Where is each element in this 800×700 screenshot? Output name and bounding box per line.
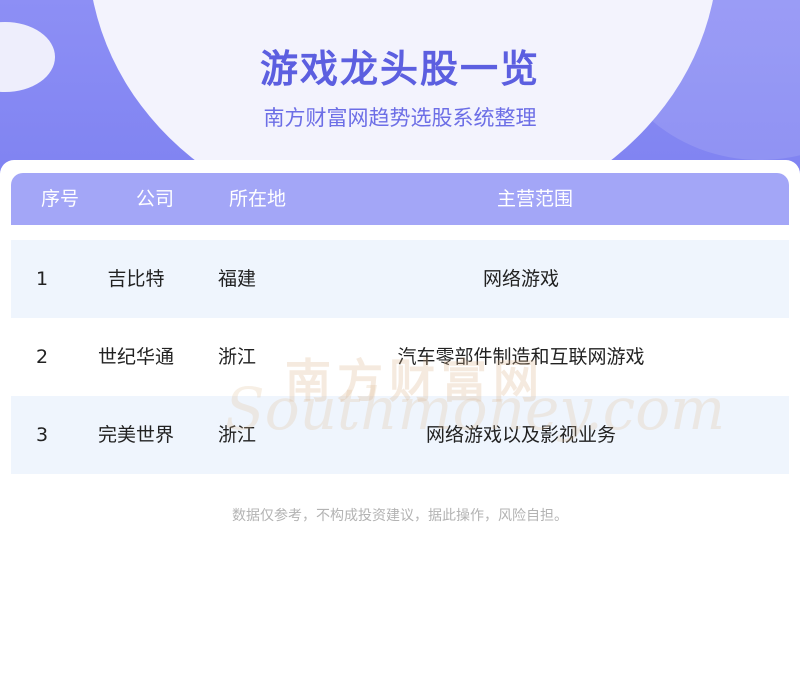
row-business: 网络游戏以及影视业务: [425, 424, 616, 446]
table-card: 序号 公司 所在地 主营范围 1 吉比特 福建 网络游戏 2 世纪华通 浙江 汽…: [0, 160, 800, 700]
row-location: 浙江: [218, 346, 257, 368]
row-business: 网络游戏: [482, 268, 559, 290]
page-subtitle: 南方财富网趋势选股系统整理: [263, 106, 537, 130]
row-location: 福建: [218, 268, 257, 290]
disclaimer-text: 数据仅参考，不构成投资建议，据此操作，风险自担。: [232, 508, 568, 524]
column-header-number: 序号: [41, 188, 80, 210]
column-header-company: 公司: [136, 188, 175, 210]
table-header: 序号 公司 所在地 主营范围: [11, 173, 789, 225]
row-number: 2: [36, 346, 49, 368]
column-header-business: 主营范围: [497, 188, 574, 210]
row-number: 3: [36, 424, 49, 446]
column-header-location: 所在地: [229, 188, 287, 210]
page-title: 游戏龙头股一览: [259, 47, 540, 91]
table-row: 2 世纪华通 浙江 汽车零部件制造和互联网游戏: [11, 318, 789, 396]
row-company: 吉比特: [107, 268, 165, 290]
row-location: 浙江: [218, 424, 257, 446]
row-business: 汽车零部件制造和互联网游戏: [397, 346, 645, 368]
row-company: 世纪华通: [97, 346, 174, 368]
table-row: 1 吉比特 福建 网络游戏: [11, 240, 789, 318]
table-row: 3 完美世界 浙江 网络游戏以及影视业务: [11, 396, 789, 474]
row-number: 1: [36, 268, 49, 290]
row-company: 完美世界: [97, 424, 174, 446]
